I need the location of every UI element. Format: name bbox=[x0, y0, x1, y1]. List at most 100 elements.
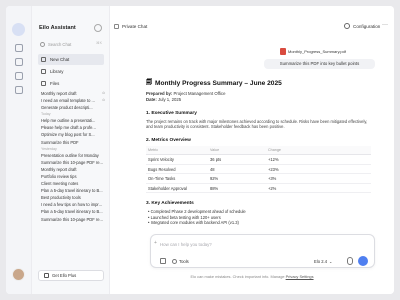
history-item[interactable]: Portfolio review tips bbox=[41, 173, 105, 180]
history-item[interactable]: Summarize this PDF bbox=[41, 139, 105, 146]
sidebar-toggle-icon[interactable] bbox=[94, 24, 102, 32]
search-placeholder: Search Chat bbox=[48, 41, 72, 47]
folder-icon[interactable] bbox=[15, 72, 23, 80]
table-cell: +2% bbox=[266, 183, 371, 194]
pdf-file-icon bbox=[280, 47, 286, 55]
chat-icon[interactable] bbox=[15, 44, 23, 52]
send-button[interactable] bbox=[358, 256, 368, 266]
date: Date: July 1, 2025 bbox=[146, 96, 182, 102]
message-input[interactable] bbox=[160, 241, 350, 248]
table-cell: On-Time Tasks bbox=[146, 173, 208, 184]
table-header-row: Metric Value Change bbox=[146, 145, 371, 156]
assistant-response: 🗐 Monthly Progress Summary – June 2025 P… bbox=[146, 78, 371, 226]
history-group-label: Yesterday bbox=[41, 146, 57, 151]
search-input[interactable]: Search Chat ⌘K bbox=[38, 39, 104, 49]
attachment-name: Monthly_Progress_Summary.pdf bbox=[288, 48, 346, 54]
section-heading: 2. Metrics Overview bbox=[146, 137, 191, 143]
private-chat-icon bbox=[114, 24, 119, 29]
pin-icon: ⊙ bbox=[102, 91, 105, 95]
document-icon: 🗐 bbox=[146, 80, 152, 86]
history-item[interactable]: Summarize this 10-page PDF re... bbox=[41, 216, 105, 223]
configuration-label: Configuration bbox=[353, 23, 381, 29]
history-item[interactable]: Client meeting notes bbox=[41, 180, 105, 187]
table-row: Stakeholder Approval 88% +2% bbox=[146, 183, 371, 194]
doc-title-text: Monthly Progress Summary – June 2025 bbox=[155, 79, 282, 87]
files-icon bbox=[41, 81, 46, 86]
history-item[interactable]: Help me outline a presentati... bbox=[41, 117, 105, 124]
history-item[interactable]: Generate product descripti... bbox=[41, 104, 105, 111]
table-cell: Bugs Resolved bbox=[146, 164, 208, 175]
column-header: Value bbox=[208, 145, 266, 156]
plus-badge-icon bbox=[44, 273, 49, 278]
app-logo-icon[interactable] bbox=[12, 23, 25, 36]
history-item[interactable]: Monthly report draft ⊙ bbox=[41, 90, 105, 97]
add-icon[interactable]: + bbox=[154, 240, 157, 246]
sidebar-item-label: Files bbox=[50, 81, 60, 86]
search-shortcut: ⌘K bbox=[96, 41, 102, 45]
doc-title: 🗐 Monthly Progress Summary – June 2025 bbox=[146, 78, 371, 88]
table-cell: 48 bbox=[208, 164, 266, 175]
table-cell: +3% bbox=[266, 173, 371, 184]
list-item: Integrated core modules with backend API… bbox=[146, 220, 371, 225]
history-item[interactable]: Plan a 5-day travel itinerary to B... bbox=[41, 208, 105, 215]
disclaimer-text: Elo can make mistakes. Check important i… bbox=[190, 274, 285, 279]
section-heading: 1. Executive Summary bbox=[146, 110, 197, 116]
user-message: Summarize this PDF into key bullet point… bbox=[264, 59, 375, 69]
history-item[interactable]: I need a few tips on how to impr... bbox=[41, 201, 105, 208]
new-chat-icon bbox=[41, 57, 46, 62]
model-label: Elo 2.4 bbox=[314, 258, 328, 264]
attachment-chip[interactable]: Monthly_Progress_Summary.pdf bbox=[280, 47, 346, 55]
settings-icon[interactable] bbox=[15, 86, 23, 94]
history-item[interactable]: Monthly report draft bbox=[41, 166, 105, 173]
history-item[interactable]: Presentation outline for Monday bbox=[41, 152, 105, 159]
section-text: The project remains on track with major … bbox=[146, 118, 368, 130]
microphone-icon[interactable] bbox=[347, 257, 353, 265]
history-item[interactable]: Best productivity tools bbox=[41, 194, 105, 201]
model-selector[interactable]: Elo 2.4 ⌄ bbox=[314, 257, 333, 265]
table-cell: Sprint Velocity bbox=[146, 154, 208, 165]
more-options-icon[interactable]: ··· bbox=[382, 22, 388, 28]
table-cell: 88% bbox=[208, 183, 266, 194]
attach-icon[interactable] bbox=[160, 258, 166, 264]
composer: + Tools Elo 2.4 ⌄ bbox=[150, 234, 375, 268]
table-cell: +23% bbox=[266, 164, 371, 175]
chat-name-label: Private Chat bbox=[122, 24, 148, 29]
table-cell: Stakeholder Approval bbox=[146, 183, 208, 194]
history-item[interactable]: Please help me draft a profe... bbox=[41, 124, 105, 131]
tools-button[interactable]: Tools bbox=[172, 257, 189, 265]
topbar: Private Chat Configuration ··· bbox=[110, 6, 394, 36]
search-icon bbox=[40, 41, 45, 47]
icon-rail bbox=[6, 6, 32, 294]
metrics-table: Metric Value Change Sprint Velocity 36 p… bbox=[146, 145, 371, 194]
column-header: Metric bbox=[146, 145, 208, 156]
disclaimer: Elo can make mistakes. Check important i… bbox=[110, 274, 394, 279]
main-panel: Private Chat Configuration ··· Monthly_P… bbox=[110, 6, 394, 294]
pin-icon: ⊙ bbox=[102, 98, 105, 103]
configuration-button[interactable]: Configuration bbox=[344, 23, 380, 29]
tools-icon bbox=[172, 258, 177, 264]
avatar[interactable] bbox=[12, 268, 25, 281]
privacy-settings-link[interactable]: Privacy Settings bbox=[286, 274, 314, 279]
history-group-label: Today bbox=[41, 112, 51, 117]
sidebar: Eilo Assistant Search Chat ⌘K New Chat L… bbox=[32, 6, 110, 294]
chevron-down-icon: ⌄ bbox=[329, 258, 333, 264]
tools-label: Tools bbox=[179, 258, 189, 264]
table-row: On-Time Tasks 92% +3% bbox=[146, 173, 371, 184]
table-cell: 36 pts bbox=[208, 154, 266, 165]
compass-icon[interactable] bbox=[15, 58, 23, 66]
history-item[interactable]: Optimize my blog post for S... bbox=[41, 131, 105, 138]
table-row: Sprint Velocity 36 pts +12% bbox=[146, 154, 371, 165]
sidebar-item-files[interactable]: Files bbox=[38, 78, 104, 89]
sidebar-item-new-chat[interactable]: New Chat bbox=[38, 54, 104, 65]
chat-name[interactable]: Private Chat bbox=[114, 24, 147, 29]
history-item[interactable]: Plan a 5-day travel itinerary to B... bbox=[41, 187, 105, 194]
section-heading: 3. Key Achievements bbox=[146, 201, 194, 207]
history-item[interactable]: Summarize this 10-page PDF re... bbox=[41, 159, 105, 166]
get-plus-label: Get Ello Plus bbox=[52, 273, 77, 278]
history-item[interactable]: I need an email template to ... ⊙ bbox=[41, 97, 105, 104]
sidebar-item-library[interactable]: Library bbox=[38, 66, 104, 77]
app-window: Eilo Assistant Search Chat ⌘K New Chat L… bbox=[6, 6, 394, 294]
gear-icon bbox=[344, 23, 350, 29]
get-plus-button[interactable]: Get Ello Plus bbox=[38, 270, 104, 281]
app-title: Eilo Assistant bbox=[39, 25, 76, 31]
